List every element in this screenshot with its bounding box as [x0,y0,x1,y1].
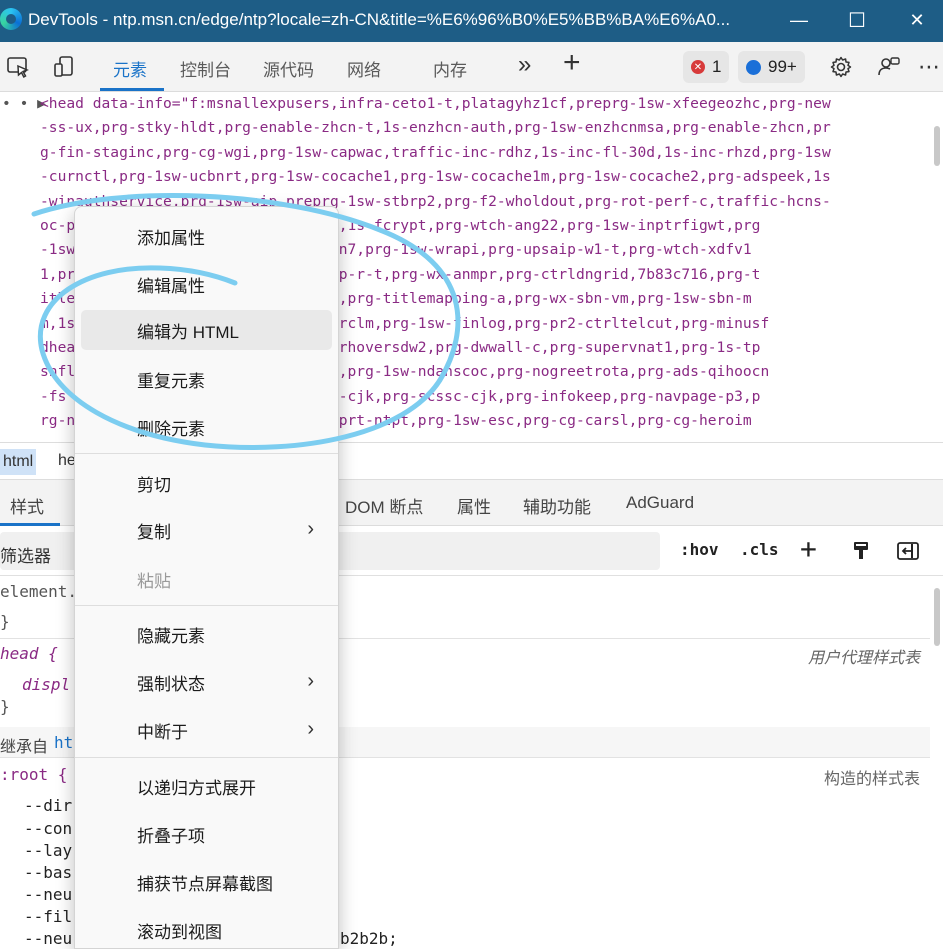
menu-item-scroll-into-view[interactable]: 滚动到视图 [81,910,332,949]
close-button[interactable]: ✕ [889,0,943,40]
edge-devtools-icon [0,8,22,30]
css-variable[interactable]: --bas [24,863,72,882]
chevron-right-icon: › [307,718,314,740]
active-tab-indicator [100,88,164,91]
menu-divider [75,453,338,454]
toggle-sidebar-icon[interactable] [893,536,923,566]
menu-item-capture-node-screenshot[interactable]: 捕获节点屏幕截图 [81,862,332,902]
menu-item-label: 折叠子项 [137,826,205,846]
device-emulation-icon[interactable] [50,52,80,82]
tab-console[interactable]: 控制台 [180,56,231,81]
tab-sources[interactable]: 源代码 [263,56,314,81]
class-toggle[interactable]: .cls [740,540,779,559]
menu-item-edit-as-html[interactable]: 编辑为 HTML [81,310,332,350]
menu-item-force-state[interactable]: 强制状态 › [81,662,332,702]
menu-item-collapse-children[interactable]: 折叠子项 [81,814,332,854]
breadcrumb-item-html[interactable]: html [0,449,37,475]
hover-state-toggle[interactable]: :hov [680,540,719,559]
menu-item-expand-recursively[interactable]: 以递归方式展开 [81,766,332,806]
devtools-toolbar: 元素 控制台 源代码 网络 内存 » + ✕ 1 99+ ⋯ [0,42,943,92]
tab-accessibility[interactable]: 辅助功能 [523,493,591,518]
menu-item-break-on[interactable]: 中断于 › [81,710,332,750]
rule-close-brace: } [0,697,10,716]
menu-item-paste: 粘贴 [81,559,332,599]
window-titlebar: DevTools - ntp.msn.cn/edge/ntp?locale=zh… [0,0,943,42]
menu-item-label: 粘贴 [137,571,171,591]
code-line[interactable]: <head data-info="f:msnallexpusers,infra-… [40,92,831,116]
inherited-from-link[interactable]: ht [54,733,73,752]
menu-item-label: 编辑属性 [137,276,205,296]
code-line[interactable]: -ss-ux,prg-stky-hldt,prg-enable-zhcn-t,1… [40,116,831,140]
head-rule-property[interactable]: displ [22,675,70,694]
menu-divider [75,605,338,606]
root-rule-selector[interactable]: :root { [0,765,67,784]
menu-item-label: 编辑为 HTML [137,322,239,342]
constructed-stylesheet-label[interactable]: 构造的样式表 [824,765,920,789]
tab-memory[interactable]: 内存 [433,56,467,81]
css-variable-value[interactable]: b2b2b; [340,929,398,948]
errors-count: 1 [712,57,722,76]
tab-properties[interactable]: 属性 [457,493,491,518]
menu-item-hide-element[interactable]: 隐藏元素 [81,614,332,654]
chevron-right-icon: › [307,518,314,540]
element-style-selector[interactable]: element. [0,582,77,601]
error-icon: ✕ [691,60,705,74]
feedback-icon[interactable] [874,52,904,82]
context-menu: 添加属性 编辑属性 编辑为 HTML 重复元素 删除元素 剪切 复制 › 粘贴 隐… [74,206,339,949]
paint-brush-icon[interactable] [846,536,876,566]
messages-count: 99+ [768,57,797,76]
errors-badge[interactable]: ✕ 1 [683,51,730,83]
css-variable[interactable]: --fil [24,907,72,926]
add-tab-icon[interactable]: + [563,46,581,80]
styles-scrollbar[interactable] [934,588,940,646]
css-variable[interactable]: --dir [24,796,72,815]
user-agent-stylesheet-label: 用户代理样式表 [807,650,920,667]
menu-divider [75,757,338,758]
menu-item-label: 删除元素 [137,419,205,439]
code-line[interactable]: -curnctl,prg-1sw-ucbnrt,prg-1sw-cocache1… [40,165,831,189]
menu-item-cut[interactable]: 剪切 [81,463,332,503]
code-line[interactable]: g-fin-staginc,prg-cg-wgi,prg-1sw-capwac,… [40,141,831,165]
more-options-icon[interactable]: ⋯ [914,52,943,82]
css-variable[interactable]: --con [24,819,72,838]
css-variable[interactable]: --neu [24,929,72,948]
css-variable[interactable]: --neu [24,885,72,904]
menu-item-label: 复制 [137,522,171,542]
maximize-button[interactable]: ☐ [829,0,885,40]
menu-item-edit-attribute[interactable]: 编辑属性 [81,264,332,304]
elements-scrollbar[interactable] [934,126,940,166]
filter-placeholder: 筛选器 [0,547,51,566]
message-icon [746,59,761,75]
more-tabs-icon[interactable]: » [518,51,531,79]
chevron-right-icon: › [307,670,314,692]
messages-badge[interactable]: 99+ [738,51,805,83]
tab-dom-breakpoints[interactable]: DOM 断点 [345,493,423,518]
inspect-element-icon[interactable] [3,52,33,82]
minimize-button[interactable]: — [771,0,827,40]
settings-gear-icon[interactable] [826,52,856,82]
tab-elements[interactable]: 元素 [113,56,147,81]
rule-close-brace: } [0,612,10,631]
menu-item-label: 强制状态 [137,674,205,694]
tab-adguard[interactable]: AdGuard [626,493,694,513]
menu-item-duplicate-element[interactable]: 重复元素 [81,359,332,399]
menu-item-label: 中断于 [137,722,188,742]
menu-item-label: 以递归方式展开 [137,778,256,798]
menu-item-label: 滚动到视图 [137,922,222,942]
head-rule-selector[interactable]: head { [0,644,58,663]
new-style-rule-icon[interactable]: + [800,532,817,565]
menu-item-label: 捕获节点屏幕截图 [137,874,273,894]
menu-item-copy[interactable]: 复制 › [81,510,332,550]
menu-item-delete-element[interactable]: 删除元素 [81,407,332,447]
menu-item-label: 剪切 [137,475,171,495]
menu-item-label: 隐藏元素 [137,626,205,646]
tab-network[interactable]: 网络 [347,56,381,81]
css-variable[interactable]: --lay [24,841,72,860]
tab-styles[interactable]: 样式 [10,493,44,518]
menu-item-label: 添加属性 [137,228,205,248]
inherited-prefix: 继承自 [0,739,49,756]
window-title: DevTools - ntp.msn.cn/edge/ntp?locale=zh… [28,10,731,29]
menu-item-label: 重复元素 [137,371,205,391]
menu-item-add-attribute[interactable]: 添加属性 [81,216,332,256]
